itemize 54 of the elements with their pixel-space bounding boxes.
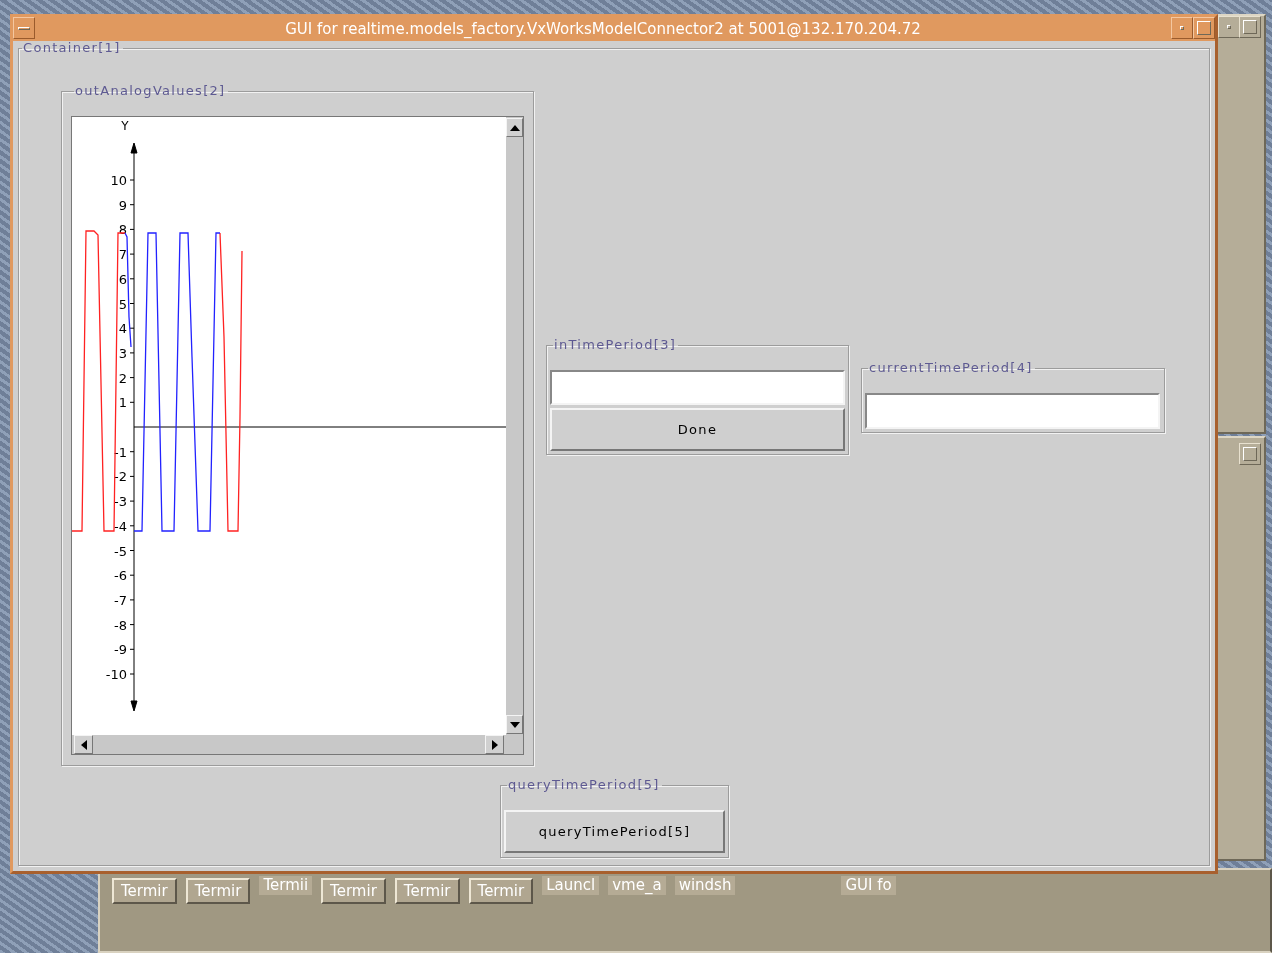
- axis-tick-label: -7: [114, 592, 127, 608]
- axis-tick-label: -9: [114, 642, 127, 658]
- taskbar-button[interactable]: Termir: [321, 878, 386, 904]
- taskbar-button[interactable]: Termii: [259, 876, 313, 895]
- group-label: queryTimePeriod[5]: [507, 778, 661, 792]
- vertical-scrollbar[interactable]: [506, 117, 523, 735]
- minimize-button[interactable]: [1171, 17, 1193, 39]
- axis-tick-label: 5: [118, 296, 127, 312]
- axis-tick-label: 3: [118, 345, 127, 361]
- axis-tick-label: -6: [114, 568, 127, 584]
- window-menu-button[interactable]: [13, 17, 35, 39]
- taskbar-button[interactable]: vme_a: [608, 876, 666, 895]
- axis-tick-label: 10: [110, 173, 127, 188]
- minimize-button[interactable]: [1218, 16, 1240, 38]
- group-label: currentTimePeriod[4]: [868, 361, 1034, 375]
- group-label: inTimePeriod[3]: [553, 338, 678, 352]
- input-field[interactable]: [550, 370, 845, 405]
- group-label: outAnalogValues[2]: [74, 84, 227, 98]
- axis-tick-label: -5: [114, 543, 127, 559]
- up-arrow-icon: [509, 124, 520, 131]
- down-arrow-icon: [509, 721, 520, 728]
- taskbar-button[interactable]: GUI fo: [841, 876, 896, 895]
- taskbar-button[interactable]: windsh: [674, 876, 736, 895]
- axis-tick-label: 1: [118, 395, 127, 411]
- axis-tick-label: 2: [118, 370, 127, 386]
- taskbar-button[interactable]: Termir: [185, 878, 251, 904]
- scroll-up-button[interactable]: [506, 118, 523, 137]
- taskbar-button[interactable]: Termir: [112, 878, 177, 904]
- taskbar-button[interactable]: Termir: [468, 878, 534, 904]
- taskbar-button[interactable]: Launcl: [542, 876, 600, 895]
- left-arrow-icon: [80, 739, 87, 750]
- scroll-right-button[interactable]: [485, 735, 504, 754]
- window-title: GUI for realtime.models_factory.VxWorksModelConnector2 at 5001@132.170.204.72: [284, 19, 922, 40]
- query-button[interactable]: queryTimePeriod[5]: [504, 810, 725, 853]
- maximize-button[interactable]: [1193, 17, 1215, 39]
- input-field[interactable]: [865, 393, 1160, 429]
- right-arrow-icon: [491, 739, 498, 750]
- maximize-button[interactable]: [1239, 16, 1261, 38]
- axis-tick-label: -3: [114, 494, 127, 510]
- axis-tick-label: 9: [118, 197, 127, 213]
- scroll-down-button[interactable]: [506, 715, 523, 734]
- axis-title: Y: [121, 119, 129, 133]
- horizontal-scrollbar[interactable]: [72, 735, 506, 754]
- axis-tick-label: 4: [118, 321, 127, 337]
- scrollbar-corner: [506, 735, 523, 754]
- done-button[interactable]: Done: [550, 408, 845, 451]
- scroll-left-button[interactable]: [74, 735, 93, 754]
- taskbar-button[interactable]: Termir: [394, 878, 460, 904]
- axis-tick-label: 6: [118, 271, 127, 287]
- maximize-button[interactable]: [1239, 443, 1261, 465]
- axis-tick-label: 7: [118, 247, 127, 263]
- axis-tick-label: -10: [105, 667, 127, 682]
- group-label: Container[1]: [22, 41, 122, 55]
- axis-tick-label: -8: [114, 617, 127, 633]
